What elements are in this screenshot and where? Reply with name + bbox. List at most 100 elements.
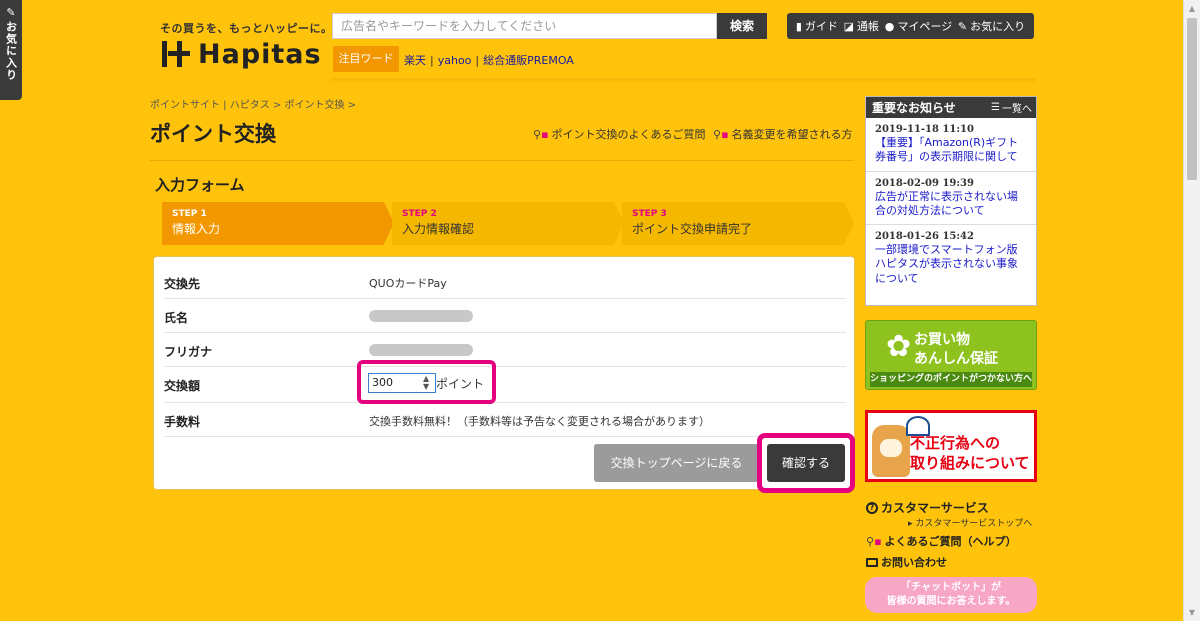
amount-unit: ポイント — [436, 377, 485, 391]
shopping-banner-line2: あんしん保証 — [914, 351, 998, 367]
row-amount: 交換額 — [164, 367, 846, 403]
row-destination: 交換先 QUOカードPay — [164, 265, 846, 299]
news-item[interactable]: 2019-11-18 11:10 【重要】「Amazon(R)ギフト券番号」の表… — [866, 118, 1036, 172]
clip-icon: ✎ — [957, 19, 968, 33]
clip-icon: ✎ — [6, 6, 16, 19]
logo-text: Hapitas — [198, 38, 322, 70]
scroll-up-arrow-icon[interactable]: ▲ — [1184, 0, 1200, 17]
contact-label: お問い合わせ — [881, 556, 947, 569]
step-3-label: ポイント交換申請完了 — [632, 222, 753, 236]
news-text[interactable]: 一部環境でスマートフォン版ハピタスが表示されない事象について — [875, 243, 1028, 286]
back-to-exchange-top-button[interactable]: 交換トップページに戻る — [594, 444, 759, 482]
chatbot-banner[interactable]: 「チャットボット」が 皆様の質問にお答えします。 — [865, 577, 1037, 613]
news-date: 2018-02-09 19:39 — [875, 177, 974, 189]
destination-label: 交換先 — [164, 277, 201, 291]
key-icon: ⚲▪ — [866, 534, 882, 548]
step-2-label: 入力情報確認 — [402, 222, 475, 236]
nav-mypage[interactable]: ● マイページ — [885, 18, 952, 34]
hot-words-label: 注目ワード — [333, 46, 399, 72]
scroll-down-arrow-icon[interactable]: ▼ — [1184, 604, 1200, 621]
favorites-side-tab[interactable]: ✎ お気に入り — [0, 0, 22, 100]
clover-icon: ✿ — [886, 329, 912, 364]
news-item[interactable]: 2018-02-09 19:39 広告が正常に表示されない場合の対処方法について — [866, 172, 1036, 226]
header-divider — [330, 78, 1036, 84]
news-date: 2019-11-18 11:10 — [875, 124, 974, 135]
step-2: STEP 2 入力情報確認 — [392, 202, 624, 245]
name-label: 氏名 — [164, 311, 189, 325]
scroll-thumb[interactable] — [1187, 18, 1197, 180]
customer-service-top-link[interactable]: ▸ カスタマーサービストップへ — [908, 516, 1032, 529]
logo-mark-icon — [160, 39, 190, 69]
search-input[interactable]: 広告名やキーワードを入力してください — [332, 13, 717, 39]
step-1-number: STEP 1 — [172, 209, 207, 219]
favorites-side-tab-label: お気に入り — [4, 21, 18, 81]
customer-service-top-label: カスタマーサービストップへ — [915, 519, 1033, 529]
book-icon: ▮ — [795, 19, 802, 33]
amount-spinner-icon[interactable]: ▲ ▼ — [423, 375, 429, 391]
customer-service-label: カスタマーサービス — [881, 501, 989, 515]
key-icon: ⚲▪ — [533, 127, 549, 141]
nav-guide[interactable]: ▮ ガイド — [796, 18, 838, 34]
news-title: 重要なお知らせ — [872, 101, 956, 115]
contact-link[interactable]: お問い合わせ — [866, 554, 947, 570]
faq-help-label: よくあるご質問（ヘルプ） — [884, 535, 1017, 548]
passbook-icon: ◪ — [843, 19, 855, 33]
search-button[interactable]: 検索 — [717, 13, 767, 39]
amount-label: 交換額 — [164, 379, 201, 393]
page-title: ポイント交換 — [150, 122, 276, 146]
step-3-number: STEP 3 — [632, 209, 667, 219]
furigana-value-redacted — [369, 344, 473, 356]
user-icon: ● — [884, 19, 895, 33]
chatbot-line1: 「チャットボット」が — [901, 582, 1001, 593]
news-all-link[interactable]: ☰ 一覧へ — [991, 100, 1032, 115]
customer-service-link[interactable]: ? カスタマーサービス — [866, 499, 989, 516]
news-text[interactable]: 【重要】「Amazon(R)ギフト券番号」の表示期限に関して — [875, 136, 1028, 165]
breadcrumb[interactable]: ポイントサイト | ハピタス > ポイント交換 > — [150, 96, 356, 111]
form-title: 入力フォーム — [155, 176, 245, 194]
news-date: 2018-01-26 15:42 — [875, 231, 974, 243]
news-header: 重要なお知らせ ☰ 一覧へ — [866, 97, 1036, 118]
row-name: 氏名 — [164, 299, 846, 333]
page-scrollbar[interactable]: ▲ ▼ — [1183, 0, 1200, 621]
step-1: STEP 1 情報入力 — [162, 202, 394, 245]
step-2-number: STEP 2 — [402, 209, 437, 219]
logo[interactable]: Hapitas — [160, 38, 322, 70]
row-furigana: フリガナ — [164, 333, 846, 367]
destination-value: QUOカードPay — [369, 277, 447, 290]
nav-passbook[interactable]: ◪ 通帳 — [844, 18, 879, 34]
exchange-faq-link[interactable]: ⚲▪ ポイント交換のよくあるご質問 — [533, 126, 706, 142]
key-icon: ⚲▪ — [713, 127, 729, 141]
shopping-banner-line1: お買い物 — [914, 332, 970, 348]
rename-link-label: 名義変更を希望される方 — [731, 128, 853, 141]
nav-passbook-label: 通帳 — [857, 20, 880, 33]
hot-link-premoa[interactable]: 総合通販PREMOA — [483, 54, 574, 67]
fraud-prevention-banner[interactable]: 不正行為への 取り組みについて — [865, 410, 1037, 482]
news-text[interactable]: 広告が正常に表示されない場合の対処方法について — [875, 190, 1028, 219]
hot-link-yahoo[interactable]: yahoo — [438, 54, 472, 67]
fee-label: 手数料 — [164, 415, 201, 429]
rename-link[interactable]: ⚲▪ 名義変更を希望される方 — [713, 126, 853, 142]
row-fee: 手数料 交換手数料無料！（手数料等は予告なく変更される場合があります） — [164, 403, 846, 437]
news-item[interactable]: 2018-01-26 15:42 一部環境でスマートフォン版ハピタスが表示されな… — [866, 225, 1036, 292]
title-divider — [150, 160, 853, 161]
hot-link-rakuten[interactable]: 楽天 — [404, 54, 426, 67]
step-3: STEP 3 ポイント交換申請完了 — [622, 202, 854, 245]
faq-help-link[interactable]: ⚲▪ よくあるご質問（ヘルプ） — [866, 533, 1017, 549]
nav-favorites-label: お気に入り — [970, 20, 1026, 33]
mail-icon — [866, 557, 878, 567]
exchange-faq-link-label: ポイント交換のよくあるご質問 — [551, 128, 706, 141]
dog-mascot-icon — [872, 425, 910, 477]
news-all-label: 一覧へ — [1002, 104, 1032, 115]
question-icon: ? — [866, 501, 878, 514]
furigana-label: フリガナ — [164, 345, 213, 359]
shopping-banner-bar: ショッピングのポイントがつかない方へ — [870, 372, 1032, 387]
shopping-guarantee-banner[interactable]: ✿ お買い物 あんしん保証 ショッピングのポイントがつかない方へ — [865, 320, 1037, 390]
nav-favorites[interactable]: ✎ お気に入り — [958, 18, 1025, 34]
fee-value: 交換手数料無料！（手数料等は予告なく変更される場合があります） — [369, 415, 710, 428]
important-news: 重要なお知らせ ☰ 一覧へ 2019-11-18 11:10 【重要】「Amazo… — [865, 96, 1037, 306]
chatbot-line2: 皆様の質問にお答えします。 — [886, 595, 1016, 607]
list-icon: ☰ — [991, 102, 1000, 113]
tagline: その買うを、もっとハッピーに。 — [160, 22, 333, 35]
name-value-redacted — [369, 310, 473, 322]
confirm-button[interactable]: 確認する — [767, 444, 845, 482]
